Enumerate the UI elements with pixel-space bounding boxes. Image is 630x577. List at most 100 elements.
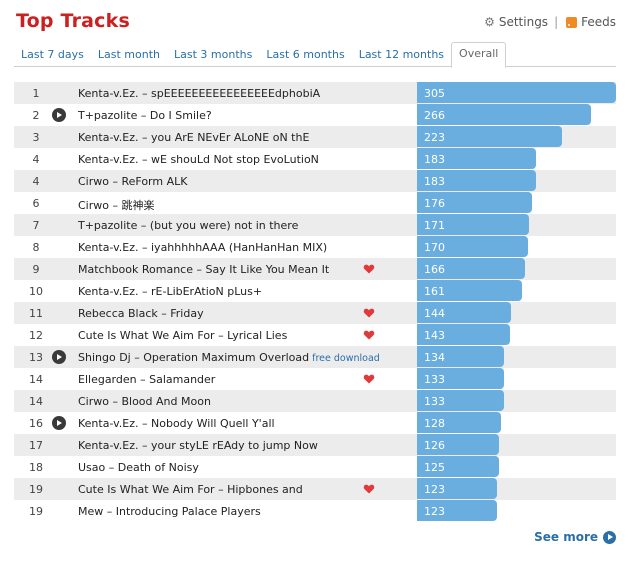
track-title[interactable]: Cirwo – 跳神楽 [78,197,154,213]
track-title-text: Mew – Introducing Palace Players [78,505,261,518]
track-row[interactable]: 18 Usao – Death of Noisy 125 [14,456,616,478]
play-icon[interactable] [52,350,66,364]
track-row[interactable]: 3 Kenta-v.Ez. – you ArE NEvEr ALoNE oN th… [14,126,616,148]
tab-last-6-months[interactable]: Last 6 months [259,44,351,66]
track-title[interactable]: T+pazolite – (but you were) not in there [78,219,298,232]
track-title-text: Kenta-v.Ez. – iyahhhhhAAA (HanHanHan MIX… [78,241,328,254]
track-title[interactable]: Mew – Introducing Palace Players [78,505,261,518]
feeds-link[interactable]: Feeds [581,15,616,29]
track-title[interactable]: Kenta-v.Ez. – iyahhhhhAAA (HanHanHan MIX… [78,241,327,254]
track-rank: 1 [32,87,40,100]
free-download-link[interactable]: free download [312,353,380,364]
play-count-label: 133 [424,373,445,386]
track-title-text: Matchbook Romance – Say It Like You Mean… [78,263,330,276]
track-title-text: Kenta-v.Ez. – your styLE rEAdy to jump N… [78,439,318,452]
play-count-label: 161 [424,285,445,298]
track-rank: 4 [32,153,40,166]
tab-last-month[interactable]: Last month [91,44,167,66]
play-count-label: 166 [424,263,445,276]
play-count-label: 305 [424,87,445,100]
play-count-label: 128 [424,417,445,430]
track-row[interactable]: 2 T+pazolite – Do I Smile? 266 [14,104,616,126]
track-title[interactable]: Cute Is What We Aim For – Hipbones and [78,483,303,496]
track-row[interactable]: 10 Kenta-v.Ez. – rE-LibErAtioN pLus+ 161 [14,280,616,302]
track-row[interactable]: 8 Kenta-v.Ez. – iyahhhhhAAA (HanHanHan MI… [14,236,616,258]
track-row[interactable]: 19 Cute Is What We Aim For – Hipbones and… [14,478,616,500]
tab-overall[interactable]: Overall [451,42,507,68]
tab-last-7-days[interactable]: Last 7 days [14,44,91,66]
gear-icon: ⚙ [484,15,495,29]
play-count-label: 144 [424,307,445,320]
track-title-text: Ellegarden – Salamander [78,373,216,386]
play-count-label: 125 [424,461,445,474]
track-row[interactable]: 9 Matchbook Romance – Say It Like You Mea… [14,258,616,280]
track-row[interactable]: 1 Kenta-v.Ez. – spEEEEEEEEEEEEEEEEdphobiA… [14,82,616,104]
play-count-bar [417,82,616,103]
track-rank: 7 [32,219,40,232]
tab-last-3-months[interactable]: Last 3 months [167,44,259,66]
track-title[interactable]: Rebecca Black – Friday [78,307,204,320]
track-rank: 11 [29,307,43,320]
track-title[interactable]: Cirwo – ReForm ALK [78,175,187,188]
track-row[interactable]: 4 Cirwo – ReForm ALK 183 [14,170,616,192]
track-row[interactable]: 6 Cirwo – 跳神楽 176 [14,192,616,214]
play-count-label: 134 [424,351,445,364]
track-rank: 6 [32,197,40,210]
play-count-label: 123 [424,483,445,496]
track-rank: 14 [29,395,43,408]
play-count-label: 133 [424,395,445,408]
track-title[interactable]: Kenta-v.Ez. – rE-LibErAtioN pLus+ [78,285,262,298]
track-title[interactable]: Ellegarden – Salamander [78,373,215,386]
arrow-right-icon [603,530,616,544]
track-title[interactable]: T+pazolite – Do I Smile? [78,109,212,122]
track-title[interactable]: Shingo Dj – Operation Maximum Overload fr… [78,351,380,364]
track-title[interactable]: Kenta-v.Ez. – Nobody Will Quell Y'all [78,417,275,430]
track-title[interactable]: Kenta-v.Ez. – wE shouLd Not stop EvoLuti… [78,153,319,166]
track-title-text: T+pazolite – (but you were) not in there [78,219,299,232]
track-title[interactable]: Usao – Death of Noisy [78,461,199,474]
play-count-label: 183 [424,153,445,166]
track-rank: 19 [29,483,43,496]
track-rank: 17 [29,439,43,452]
play-count-label: 176 [424,197,445,210]
page-title: Top Tracks [16,10,130,32]
track-row[interactable]: 11 Rebecca Black – Friday 144 [14,302,616,324]
track-title[interactable]: Kenta-v.Ez. – your styLE rEAdy to jump N… [78,439,318,452]
track-rank: 10 [29,285,43,298]
track-title-text: Cirwo – ReForm ALK [78,175,188,188]
track-title-text: Cirwo – 跳神楽 [78,199,155,212]
track-row[interactable]: 14 Ellegarden – Salamander 133 [14,368,616,390]
see-more-link[interactable]: See more [534,530,616,544]
track-title-text: Kenta-v.Ez. – wE shouLd Not stop EvoLuti… [78,153,319,166]
track-title[interactable]: Matchbook Romance – Say It Like You Mean… [78,263,329,276]
track-row[interactable]: 12 Cute Is What We Aim For – Lyrical Lies… [14,324,616,346]
track-row[interactable]: 14 Cirwo – Blood And Moon 133 [14,390,616,412]
heart-icon [363,483,375,495]
track-row[interactable]: 19 Mew – Introducing Palace Players 123 [14,500,616,522]
track-title-text: Rebecca Black – Friday [78,307,204,320]
play-count-label: 126 [424,439,445,452]
play-count-label: 223 [424,131,445,144]
rss-icon [566,16,578,28]
track-row[interactable]: 13 Shingo Dj – Operation Maximum Overload… [14,346,616,368]
heart-icon [363,329,375,341]
track-row[interactable]: 4 Kenta-v.Ez. – wE shouLd Not stop EvoLut… [14,148,616,170]
track-row[interactable]: 17 Kenta-v.Ez. – your styLE rEAdy to jump… [14,434,616,456]
settings-link[interactable]: Settings [499,15,548,29]
tab-last-12-months[interactable]: Last 12 months [352,44,451,66]
track-title[interactable]: Kenta-v.Ez. – spEEEEEEEEEEEEEEEEdphobiA [78,87,320,100]
play-icon[interactable] [52,108,66,122]
track-title[interactable]: Kenta-v.Ez. – you ArE NEvEr ALoNE oN thE [78,131,309,144]
track-title-text: Cirwo – Blood And Moon [78,395,211,408]
track-title-text: Usao – Death of Noisy [78,461,199,474]
track-title-text: Kenta-v.Ez. – Nobody Will Quell Y'all [78,417,275,430]
track-row[interactable]: 7 T+pazolite – (but you were) not in ther… [14,214,616,236]
track-title-text: Kenta-v.Ez. – spEEEEEEEEEEEEEEEEdphobiA [78,87,321,100]
play-icon[interactable] [52,416,66,430]
track-title[interactable]: Cute Is What We Aim For – Lyrical Lies [78,329,287,342]
track-title[interactable]: Cirwo – Blood And Moon [78,395,211,408]
track-rank: 14 [29,373,43,386]
play-count-label: 143 [424,329,445,342]
track-row[interactable]: 16 Kenta-v.Ez. – Nobody Will Quell Y'all 1… [14,412,616,434]
play-count-label: 171 [424,219,445,232]
